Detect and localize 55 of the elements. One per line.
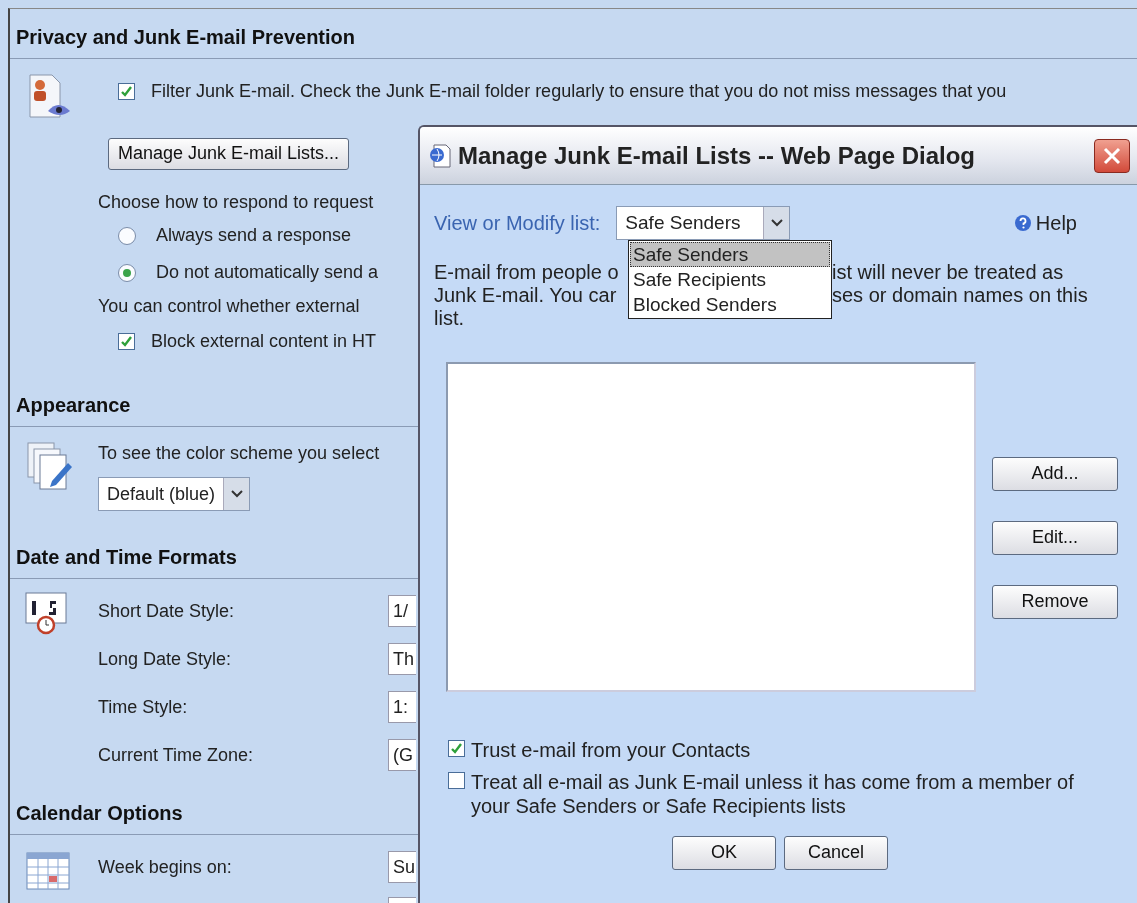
description-text: Junk E-mail. You car — [434, 284, 618, 307]
checkbox-label: Treat all e-mail as Junk E-mail unless it has come from a member of your Safe Senders or Safe Recipients lists — [471, 770, 1075, 818]
close-icon — [1102, 146, 1122, 166]
description-text: You can control whether external — [98, 294, 360, 318]
close-button[interactable] — [1094, 139, 1130, 173]
dialog-title: Manage Junk E-mail Lists -- Web Page Dialog — [458, 140, 975, 171]
description-text: ist will never be treated as — [832, 261, 1064, 284]
radio-label: Do not automatically send a — [156, 261, 379, 284]
checkbox-label: Trust e-mail from your Contacts — [471, 738, 751, 762]
section-heading: Date and Time Formats — [16, 545, 237, 570]
checkbox[interactable] — [118, 332, 135, 350]
caret-icon — [770, 219, 783, 227]
page-icon — [428, 142, 452, 169]
list-action-button[interactable]: Remove — [992, 585, 1118, 619]
description-text: ses or domain names on this — [832, 284, 1088, 307]
checkbox-label: Block external content in HT — [151, 329, 377, 353]
date-clock-icon — [24, 591, 70, 637]
section-heading: Calendar Options — [16, 801, 183, 826]
description-text: list. — [434, 307, 465, 330]
radio-button[interactable] — [118, 263, 136, 282]
checkbox[interactable] — [448, 772, 465, 789]
input-field[interactable]: (G — [388, 739, 416, 771]
input-field[interactable]: 1: — [388, 691, 416, 723]
checkbox[interactable] — [118, 82, 135, 100]
input-field[interactable]: Su — [388, 851, 416, 883]
radio-button[interactable] — [118, 226, 136, 245]
section-heading: Appearance — [16, 393, 131, 418]
field-label: View or Modify list: — [434, 211, 601, 236]
dialog-button[interactable]: OK — [672, 836, 776, 870]
field-label: Short Date Style: — [98, 599, 235, 623]
field-label: Current Time Zone: — [98, 743, 254, 767]
field-label: Time Style: — [98, 695, 188, 719]
checkbox[interactable] — [448, 740, 465, 757]
manage-lists-button[interactable]: Manage Junk E-mail Lists... — [108, 138, 350, 170]
input-field[interactable]: Th — [388, 643, 416, 675]
dropdown-option[interactable]: Safe Recipients — [630, 267, 830, 292]
section-heading: Privacy and Junk E-mail Prevention — [16, 25, 355, 50]
list-action-button[interactable]: Edit... — [992, 521, 1118, 555]
list-dropdown[interactable]: Safe Senders — [616, 206, 791, 240]
help-icon — [1013, 214, 1032, 232]
input-field[interactable]: 1/ — [388, 595, 416, 627]
caret-icon — [230, 490, 243, 498]
scheme-dropdown[interactable]: Default (blue) — [98, 477, 251, 511]
description-text: E-mail from people o — [434, 261, 620, 284]
list-action-button[interactable]: Add... — [992, 457, 1118, 491]
dropdown-option[interactable]: Blocked Senders — [630, 292, 830, 317]
radio-label: Always send a response — [156, 224, 352, 247]
dialog-button[interactable]: Cancel — [784, 836, 888, 870]
field-label: Week begins on: — [98, 855, 232, 879]
help-link[interactable]: Help — [1013, 208, 1077, 238]
description-text: To see the color scheme you select — [98, 441, 380, 465]
dropdown-option[interactable]: Safe Senders — [630, 242, 830, 267]
description-text: Choose how to respond to request — [98, 190, 374, 214]
checkbox-label: Filter Junk E-mail. Check the Junk E-mail folder regularly to ensure that you do not miss messages that you — [151, 79, 1007, 103]
field-label: Long Date Style: — [98, 647, 232, 671]
